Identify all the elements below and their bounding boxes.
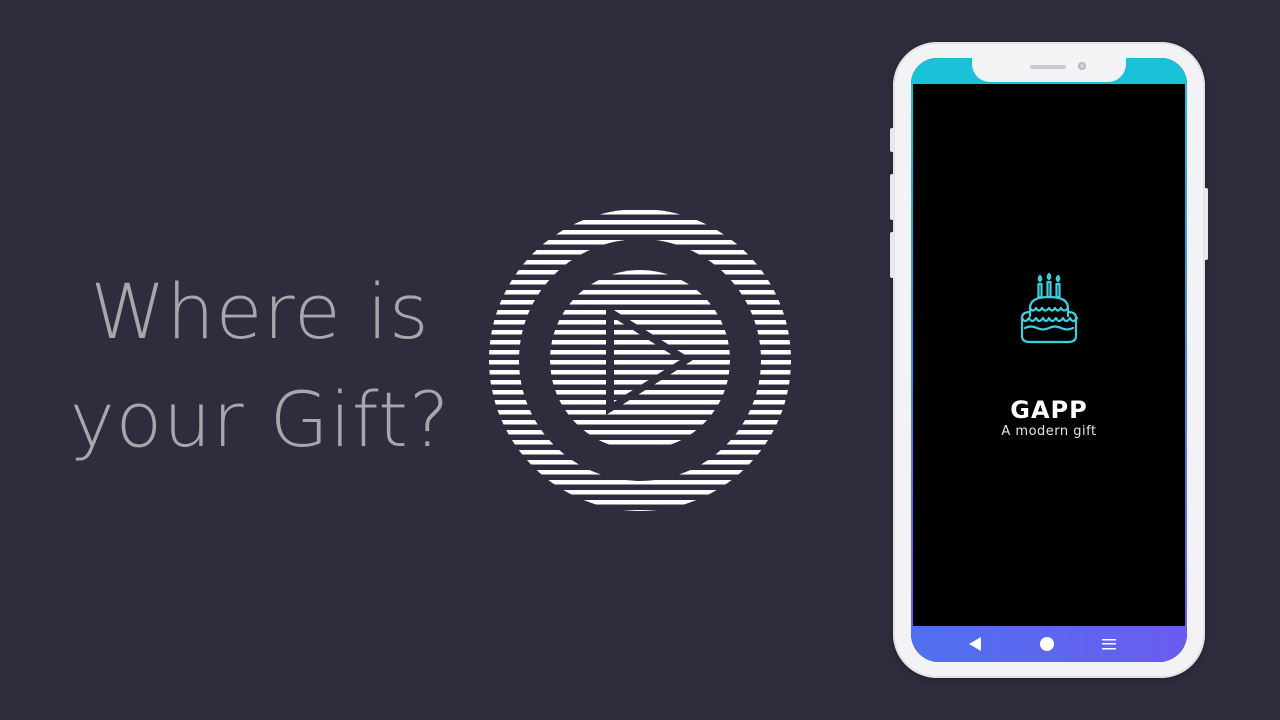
- phone-side-button: [890, 128, 894, 152]
- home-circle-icon: [1040, 637, 1054, 651]
- headline-line-2: your Gift?: [69, 375, 451, 464]
- play-icon: [488, 208, 792, 512]
- headline: Where is your Gift?: [0, 258, 520, 474]
- screen-edge-left: [911, 84, 913, 626]
- app-subtitle: A modern gift: [1001, 424, 1097, 439]
- phone-notch: [972, 58, 1126, 82]
- play-button[interactable]: [488, 208, 792, 512]
- splash-screen: [913, 84, 1185, 626]
- front-camera: [1078, 62, 1086, 70]
- nav-home-button[interactable]: [1027, 626, 1067, 662]
- screen-edge-right: [1185, 84, 1187, 626]
- phone-mockup: GAPP A modern gift: [890, 42, 1208, 678]
- phone-volume-down-button: [890, 232, 894, 278]
- nav-back-button[interactable]: [955, 626, 995, 662]
- phone-volume-up-button: [890, 174, 894, 220]
- headline-line-1: Where is: [90, 267, 430, 356]
- birthday-cake-icon: [1020, 272, 1079, 344]
- nav-menu-button[interactable]: [1089, 626, 1129, 662]
- app-title: GAPP: [1010, 396, 1088, 424]
- android-nav-bar: [911, 626, 1187, 662]
- phone-power-button: [1204, 188, 1208, 260]
- back-triangle-icon: [969, 637, 981, 651]
- phone-screen: GAPP A modern gift: [911, 58, 1187, 662]
- speaker-grill: [1030, 65, 1066, 69]
- menu-lines-icon: [1102, 638, 1116, 650]
